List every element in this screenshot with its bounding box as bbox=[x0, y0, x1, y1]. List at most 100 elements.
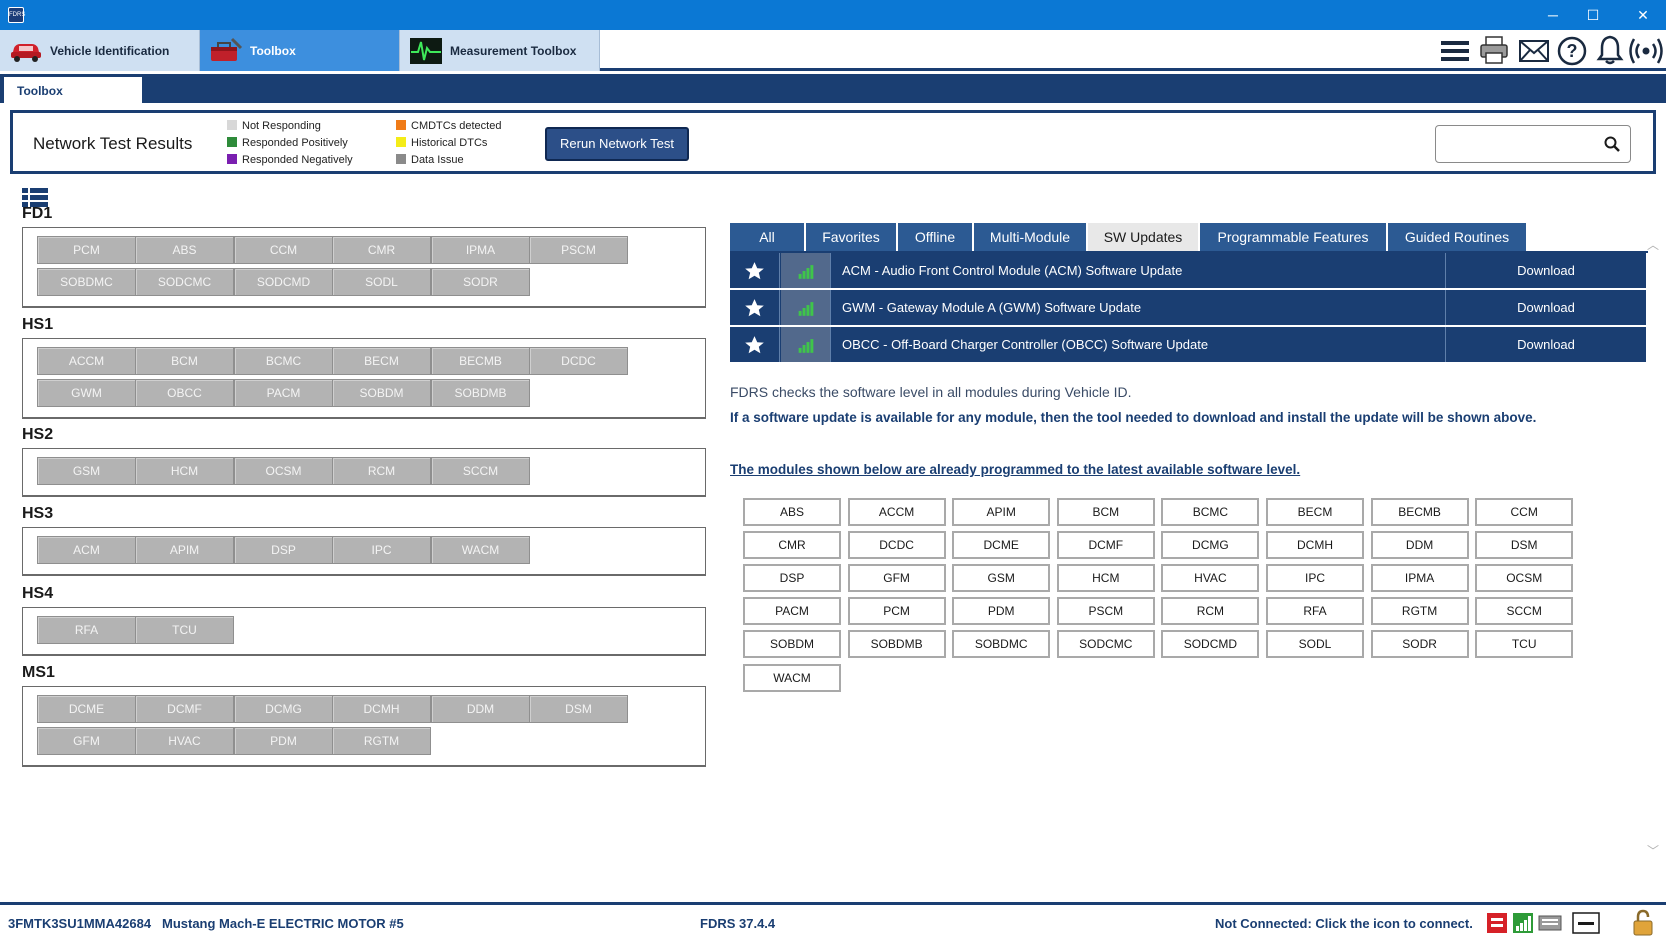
favorite-star-icon[interactable] bbox=[730, 253, 780, 288]
tab-favorites[interactable]: Favorites bbox=[806, 223, 896, 251]
module-button-ddm[interactable]: DDM bbox=[431, 695, 530, 723]
programmed-module-tcu[interactable]: TCU bbox=[1475, 630, 1574, 659]
update-row-obcc[interactable]: OBCC - Off-Board Charger Controller (OBC… bbox=[730, 327, 1646, 362]
module-button-sodcmc[interactable]: SODCMC bbox=[135, 268, 234, 296]
subtab-toolbox[interactable]: Toolbox bbox=[4, 77, 142, 103]
programmed-module-hvac[interactable]: HVAC bbox=[1161, 564, 1260, 593]
programmed-module-pcm[interactable]: PCM bbox=[847, 597, 946, 626]
programmed-module-dsp[interactable]: DSP bbox=[743, 564, 841, 593]
rerun-network-test-button[interactable]: Rerun Network Test bbox=[545, 127, 689, 161]
module-button-ipc[interactable]: IPC bbox=[332, 536, 431, 564]
tab-vehicle-identification[interactable]: Vehicle Identification bbox=[0, 30, 200, 71]
module-button-becmb[interactable]: BECMB bbox=[431, 347, 530, 375]
programmed-module-sodr[interactable]: SODR bbox=[1370, 630, 1469, 659]
tab-guided-routines[interactable]: Guided Routines bbox=[1388, 223, 1526, 251]
wireless-icon[interactable] bbox=[1628, 35, 1664, 67]
programmed-module-rgtm[interactable]: RGTM bbox=[1370, 597, 1469, 626]
module-button-gsm[interactable]: GSM bbox=[37, 457, 136, 485]
module-button-sobdmc[interactable]: SOBDMC bbox=[37, 268, 136, 296]
keyboard-icon[interactable] bbox=[1538, 911, 1562, 935]
module-button-pacm[interactable]: PACM bbox=[234, 379, 333, 407]
programmed-module-sodcmd[interactable]: SODCMD bbox=[1161, 630, 1260, 659]
module-button-accm[interactable]: ACCM bbox=[37, 347, 136, 375]
programmed-module-abs[interactable]: ABS bbox=[743, 498, 841, 526]
download-button[interactable]: Download bbox=[1445, 327, 1646, 362]
module-button-dcdc[interactable]: DCDC bbox=[529, 347, 628, 375]
module-button-sobdm[interactable]: SOBDM bbox=[332, 379, 431, 407]
download-button[interactable]: Download bbox=[1445, 253, 1646, 288]
programmed-module-apim[interactable]: APIM bbox=[952, 498, 1051, 526]
module-button-dcmh[interactable]: DCMH bbox=[332, 695, 431, 723]
module-button-abs[interactable]: ABS bbox=[135, 236, 234, 264]
bell-icon[interactable] bbox=[1596, 34, 1624, 66]
module-button-wacm[interactable]: WACM bbox=[431, 536, 530, 564]
module-button-becm[interactable]: BECM bbox=[332, 347, 431, 375]
lock-icon[interactable] bbox=[1632, 909, 1654, 937]
programmed-module-sodcmc[interactable]: SODCMC bbox=[1056, 630, 1155, 659]
programmed-module-becmb[interactable]: BECMB bbox=[1370, 498, 1469, 526]
mail-icon[interactable] bbox=[1518, 38, 1550, 64]
programmed-module-sobdm[interactable]: SOBDM bbox=[743, 630, 841, 659]
tab-programmable-features[interactable]: Programmable Features bbox=[1200, 223, 1386, 251]
module-button-rgtm[interactable]: RGTM bbox=[332, 727, 431, 755]
module-button-pscm[interactable]: PSCM bbox=[529, 236, 628, 264]
module-button-sobdmb[interactable]: SOBDMB bbox=[431, 379, 530, 407]
signal-icon[interactable] bbox=[1512, 911, 1534, 935]
module-button-dsp[interactable]: DSP bbox=[234, 536, 333, 564]
tab-toolbox[interactable]: Toolbox bbox=[200, 30, 400, 71]
module-button-dcmg[interactable]: DCMG bbox=[234, 695, 333, 723]
programmed-module-rcm[interactable]: RCM bbox=[1161, 597, 1260, 626]
search-input[interactable] bbox=[1435, 125, 1631, 163]
module-button-sodl[interactable]: SODL bbox=[332, 268, 431, 296]
module-button-hcm[interactable]: HCM bbox=[135, 457, 234, 485]
scroll-down-arrow-icon[interactable]: ﹀ bbox=[1646, 842, 1660, 858]
module-button-pdm[interactable]: PDM bbox=[234, 727, 333, 755]
module-button-dcmf[interactable]: DCMF bbox=[135, 695, 234, 723]
programmed-module-gfm[interactable]: GFM bbox=[847, 564, 946, 593]
programmed-module-pacm[interactable]: PACM bbox=[743, 597, 841, 626]
programmed-module-dcmf[interactable]: DCMF bbox=[1056, 531, 1155, 560]
module-button-sccm[interactable]: SCCM bbox=[431, 457, 530, 485]
module-button-tcu[interactable]: TCU bbox=[135, 616, 234, 644]
module-button-sodr[interactable]: SODR bbox=[431, 268, 530, 296]
dash-icon[interactable] bbox=[1572, 911, 1600, 935]
programmed-module-becm[interactable]: BECM bbox=[1266, 498, 1364, 526]
programmed-module-bcm[interactable]: BCM bbox=[1056, 498, 1155, 526]
module-button-pcm[interactable]: PCM bbox=[37, 236, 136, 264]
download-button[interactable]: Download bbox=[1445, 290, 1646, 325]
close-button[interactable]: ✕ bbox=[1620, 0, 1666, 30]
tab-multi-module[interactable]: Multi-Module bbox=[974, 223, 1086, 251]
programmed-module-sobdmc[interactable]: SOBDMC bbox=[952, 630, 1051, 659]
module-button-sodcmd[interactable]: SODCMD bbox=[234, 268, 333, 296]
programmed-module-wacm[interactable]: WACM bbox=[743, 663, 841, 692]
programmed-module-ddm[interactable]: DDM bbox=[1370, 531, 1469, 560]
update-row-acm[interactable]: ACM - Audio Front Control Module (ACM) S… bbox=[730, 253, 1646, 288]
programmed-module-ccm[interactable]: CCM bbox=[1475, 498, 1574, 526]
programmed-module-accm[interactable]: ACCM bbox=[847, 498, 946, 526]
module-button-apim[interactable]: APIM bbox=[135, 536, 234, 564]
programmed-module-ocsm[interactable]: OCSM bbox=[1475, 564, 1574, 593]
programmed-module-sobdmb[interactable]: SOBDMB bbox=[847, 630, 946, 659]
module-button-ccm[interactable]: CCM bbox=[234, 236, 333, 264]
module-button-obcc[interactable]: OBCC bbox=[135, 379, 234, 407]
module-button-dsm[interactable]: DSM bbox=[529, 695, 628, 723]
programmed-module-dcmh[interactable]: DCMH bbox=[1266, 531, 1364, 560]
favorite-star-icon[interactable] bbox=[730, 290, 780, 325]
tab-sw-updates[interactable]: SW Updates bbox=[1088, 223, 1198, 251]
scroll-up-arrow-icon[interactable]: ︿ bbox=[1646, 236, 1660, 252]
module-button-bcm[interactable]: BCM bbox=[135, 347, 234, 375]
module-button-rfa[interactable]: RFA bbox=[37, 616, 136, 644]
module-button-acm[interactable]: ACM bbox=[37, 536, 136, 564]
module-button-gfm[interactable]: GFM bbox=[37, 727, 136, 755]
update-row-gwm[interactable]: GWM - Gateway Module A (GWM) Software Up… bbox=[730, 290, 1646, 325]
programmed-module-rfa[interactable]: RFA bbox=[1266, 597, 1364, 626]
programmed-module-pscm[interactable]: PSCM bbox=[1056, 597, 1155, 626]
programmed-module-ipma[interactable]: IPMA bbox=[1370, 564, 1469, 593]
programmed-module-dcmg[interactable]: DCMG bbox=[1161, 531, 1260, 560]
programmed-module-dsm[interactable]: DSM bbox=[1475, 531, 1574, 560]
module-button-rcm[interactable]: RCM bbox=[332, 457, 431, 485]
module-button-dcme[interactable]: DCME bbox=[37, 695, 136, 723]
programmed-module-gsm[interactable]: GSM bbox=[952, 564, 1051, 593]
vci-red-icon[interactable] bbox=[1486, 911, 1508, 935]
tab-measurement-toolbox[interactable]: Measurement Toolbox bbox=[400, 30, 600, 71]
